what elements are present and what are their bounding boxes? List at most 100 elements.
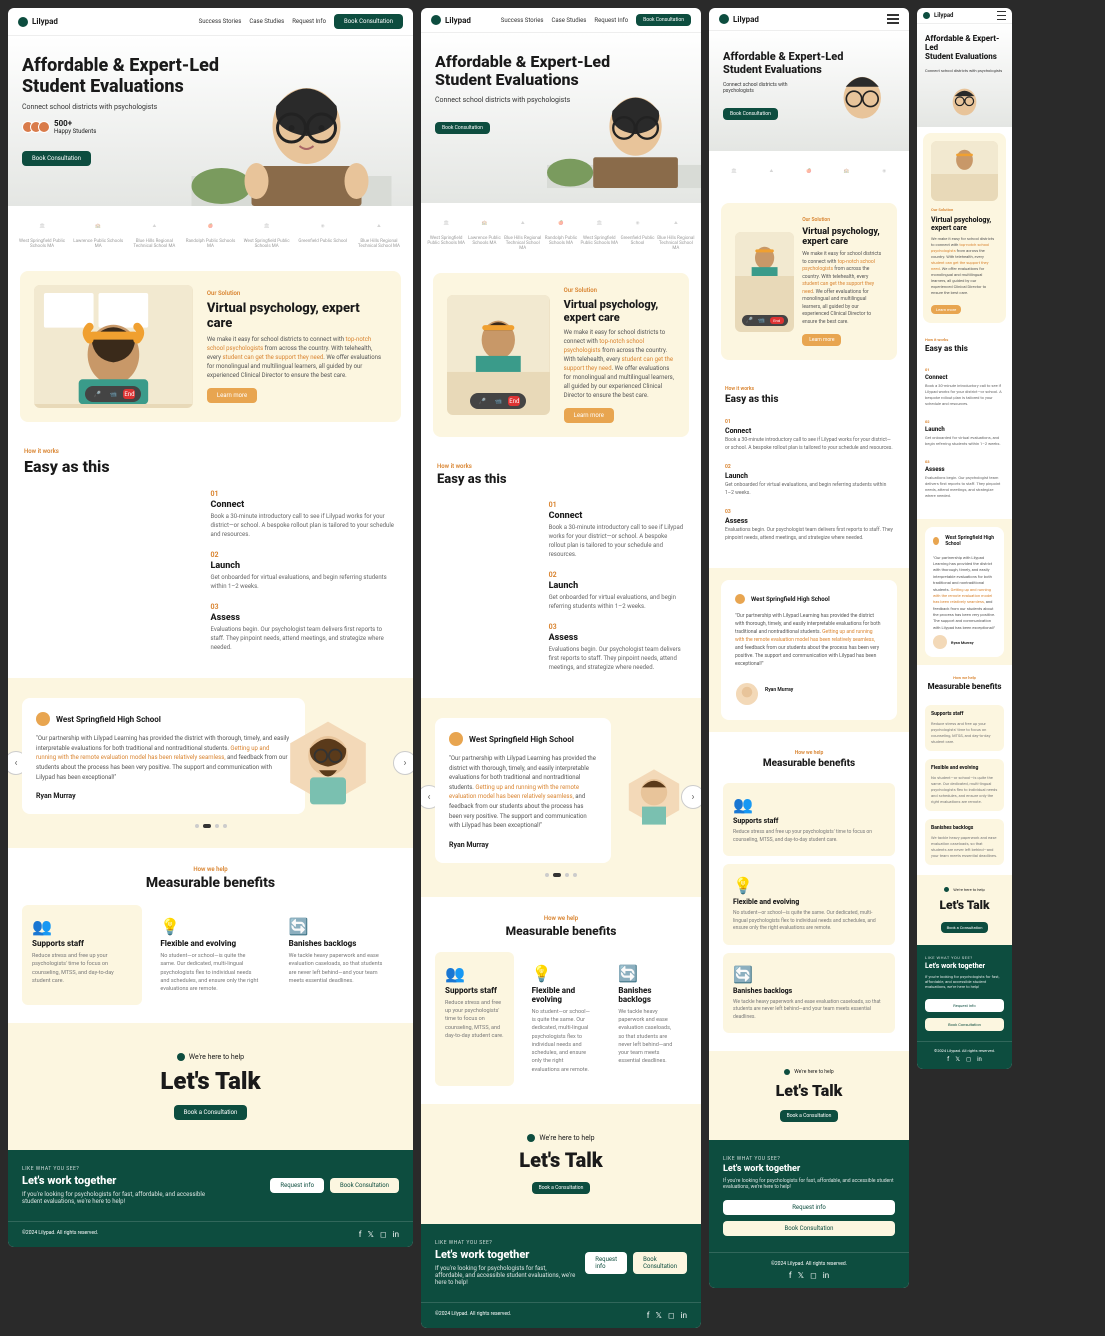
facebook-icon[interactable]: f	[359, 1230, 362, 1239]
mic-icon[interactable]: 🎤	[91, 389, 103, 399]
talk-title: Let's Talk	[22, 1067, 399, 1095]
school-name: Lawrence Public Schools MA	[465, 236, 503, 246]
end-call-button[interactable]: End	[508, 396, 520, 406]
nav-request-info[interactable]: Request Info	[594, 17, 628, 24]
benefits-eyebrow: How we help	[22, 866, 399, 873]
solution-body: We make it easy for school districts to …	[564, 328, 675, 400]
nav-case-studies[interactable]: Case Studies	[249, 18, 284, 25]
nav-success-stories[interactable]: Success Stories	[501, 17, 544, 24]
dot[interactable]	[215, 824, 219, 828]
solution-eyebrow: Our Solution	[207, 290, 387, 297]
hero-cta-button[interactable]: Book Consultation	[22, 151, 91, 166]
school-logo-item: 🏫Lawrence Public Schools MA	[70, 216, 126, 249]
instagram-icon[interactable]: ◻	[668, 1311, 675, 1320]
step-title: Launch	[211, 561, 398, 571]
mic-icon[interactable]: 🎤	[476, 396, 488, 406]
viewport-tablet: Lilypad Success Stories Case Studies Req…	[421, 8, 701, 1328]
step-desc: Evaluations begin. Our psychologist team…	[211, 625, 398, 652]
camera-icon[interactable]: 📹	[492, 396, 504, 406]
twitter-icon[interactable]: 𝕏	[368, 1230, 374, 1239]
step-num: 02	[211, 551, 398, 559]
brand-logo[interactable]: Lilypad	[431, 15, 471, 25]
testimonial-section: ‹ West Springfield High School "Our part…	[8, 678, 413, 848]
flex-icon: 💡	[160, 917, 176, 933]
talk-cta-button[interactable]: Book a Consultation	[174, 1105, 248, 1120]
talk-badge: We're here to help	[22, 1053, 399, 1061]
benefit-card: 💡 Flexible and evolving No student—or sc…	[150, 905, 270, 1005]
solution-card: 🎤 📹 End Our Solution Virtual psychology,…	[20, 271, 401, 422]
book-consultation-button[interactable]: Book Consultation	[330, 1178, 399, 1193]
request-info-button[interactable]: Request info	[925, 999, 1004, 1012]
linkedin-icon[interactable]: in	[681, 1311, 687, 1320]
hero-image	[547, 73, 701, 203]
solution-card: 🎤📹End Our Solution Virtual psychology, e…	[433, 273, 689, 437]
school-name: West Springfield Public Schools MA	[427, 236, 465, 246]
learn-more-button[interactable]: Learn more	[564, 408, 614, 423]
school-logo-item: 🍎Randolph Public Schools MA	[182, 216, 238, 249]
testimonial-school: West Springfield High School	[36, 712, 291, 726]
request-info-button[interactable]: Request info	[723, 1200, 895, 1215]
hiw-title: Easy as this	[24, 457, 397, 476]
learn-more-button[interactable]: Learn more	[207, 388, 257, 403]
request-info-button[interactable]: Request info	[585, 1252, 627, 1274]
book-consultation-button[interactable]: Book Consultation	[633, 1252, 687, 1274]
solution-image: 🎤 📹 End	[447, 295, 550, 415]
step-title: Assess	[211, 613, 398, 623]
copyright: ©2024 Lilypad. All rights reserved.	[22, 1230, 98, 1239]
instagram-icon[interactable]: ◻	[380, 1230, 387, 1239]
learn-more-button[interactable]: Learn more	[802, 334, 841, 346]
benefit-title: Supports staff	[32, 939, 132, 948]
carousel-next-button[interactable]: ›	[393, 751, 413, 775]
carousel-next-button[interactable]: ›	[681, 785, 701, 809]
viewport-mobile: Lilypad Affordable & Expert-LedStudent E…	[709, 8, 909, 1288]
nav-cta-button[interactable]: Book Consultation	[334, 14, 403, 29]
facebook-icon[interactable]: f	[647, 1311, 650, 1320]
book-consultation-button[interactable]: Book Consultation	[723, 1221, 895, 1236]
top-nav: Lilypad Success Stories Case Studies Req…	[421, 8, 701, 33]
hero-image	[170, 76, 413, 206]
camera-icon[interactable]: 📹	[107, 389, 119, 399]
solution-body: We make it easy for school districts to …	[207, 335, 387, 380]
hamburger-icon[interactable]	[887, 18, 899, 20]
benefit-card: 🔄 Banishes backlogs We tackle heavy pape…	[279, 905, 399, 1005]
hiw-title: Easy as this	[437, 472, 685, 487]
backlog-icon: 🔄	[289, 917, 305, 933]
solution-title: Virtual psychology, expert care	[207, 301, 387, 331]
linkedin-icon[interactable]: in	[393, 1230, 399, 1239]
talk-cta-button[interactable]: Book a Consultation	[780, 1110, 839, 1122]
end-call-button[interactable]: End	[123, 389, 135, 399]
school-logo-item: ◉Greenfield Public School	[295, 216, 351, 249]
dot-active[interactable]	[203, 824, 211, 828]
school-name: West Springfield Public Schools MA	[580, 236, 618, 246]
book-consultation-button[interactable]: Book Consultation	[925, 1018, 1004, 1031]
dot[interactable]	[223, 824, 227, 828]
avatar-stack	[22, 121, 50, 133]
nav-case-studies[interactable]: Case Studies	[551, 17, 586, 24]
nav-links: Success Stories Case Studies Request Inf…	[199, 14, 403, 29]
testimonial-quote: "Our partnership with Lilypad Learning h…	[36, 734, 291, 782]
hero-cta-button[interactable]: Book Consultation	[723, 108, 778, 120]
step-title: Connect	[211, 500, 398, 510]
testimonial-author: Ryan Murray	[36, 792, 291, 800]
dot[interactable]	[195, 824, 199, 828]
hamburger-icon[interactable]	[997, 15, 1006, 17]
nav-request-info[interactable]: Request Info	[292, 18, 326, 25]
solution-image: 🎤 📹 End	[34, 285, 193, 408]
top-nav: Lilypad Success Stories Case Studies Req…	[8, 8, 413, 36]
video-controls: 🎤 📹 End	[85, 386, 141, 402]
school-name: Blue Hills Regional Technical School MA	[657, 236, 695, 251]
request-info-button[interactable]: Request info	[270, 1178, 324, 1193]
talk-cta-button[interactable]: Book a Consultation	[941, 922, 989, 933]
talk-cta-button[interactable]: Book a Consultation	[532, 1182, 591, 1194]
twitter-icon[interactable]: 𝕏	[656, 1311, 662, 1320]
talk-cta-section: We're here to help Let's Talk Book a Con…	[8, 1023, 413, 1150]
nav-cta-button[interactable]: Book Consultation	[636, 14, 691, 26]
footer: ©2024 Lilypad. All rights reserved. f 𝕏 …	[8, 1221, 413, 1247]
school-logos: 🏛West Springfield Public Schools MA 🏫Law…	[8, 206, 413, 259]
testimonial-section: ‹ West Springfield High School "Our part…	[421, 698, 701, 897]
brand-logo[interactable]: Lilypad	[18, 17, 58, 27]
nav-success-stories[interactable]: Success Stories	[199, 18, 242, 25]
school-name: Blue Hills Regional Technical School MA	[504, 236, 542, 251]
learn-more-button[interactable]: Learn more	[931, 305, 961, 314]
hero-cta-button[interactable]: Book Consultation	[435, 122, 490, 134]
